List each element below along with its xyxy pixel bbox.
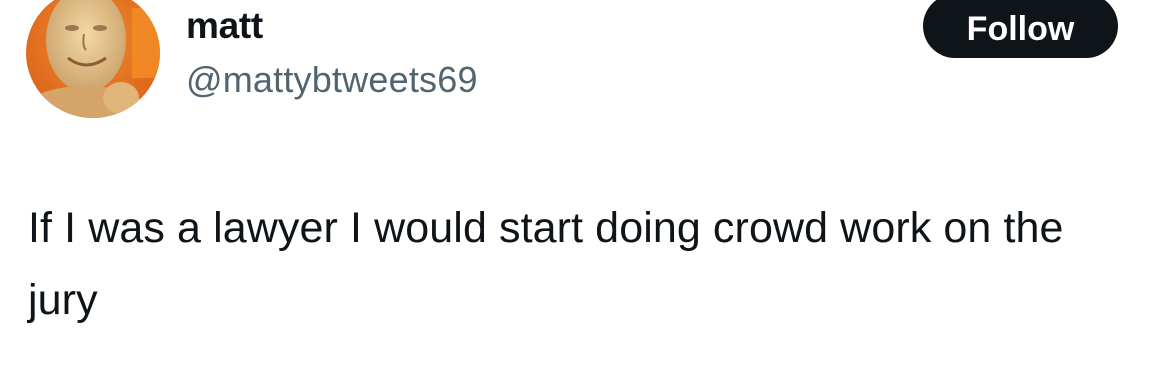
tweet-text: If I was a lawyer I would start doing cr… [28, 204, 1064, 324]
display-name[interactable]: matt [186, 4, 263, 48]
avatar-photo-icon [26, 0, 160, 118]
avatar[interactable] [26, 0, 160, 118]
user-handle[interactable]: @mattybtweets69 [186, 58, 478, 102]
tweet-card: matt @mattybtweets69 Follow If I was a l… [0, 0, 1170, 389]
follow-button[interactable]: Follow [923, 0, 1118, 58]
